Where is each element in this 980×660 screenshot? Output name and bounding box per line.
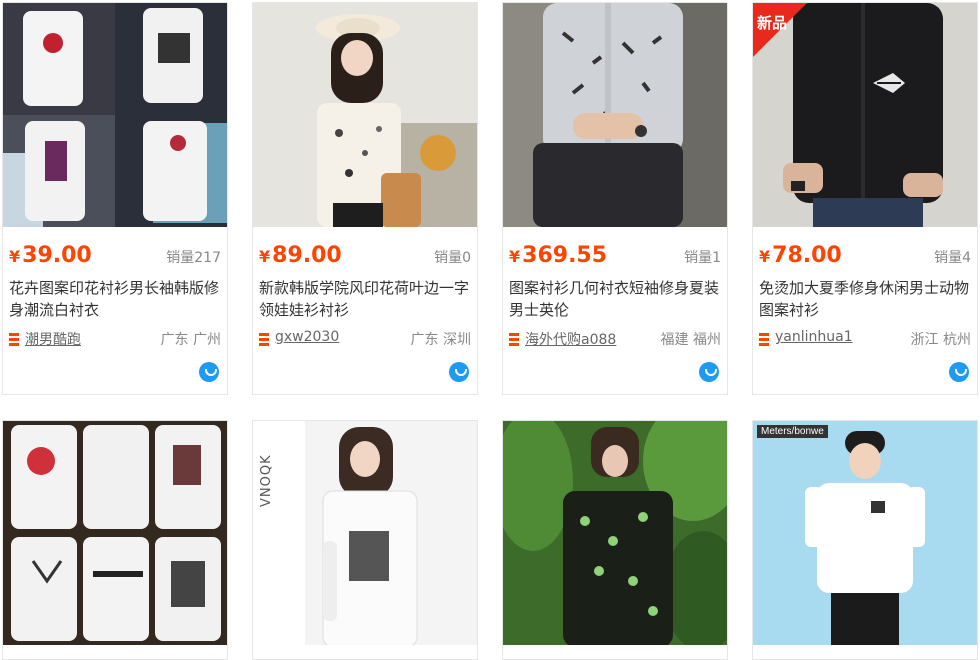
brand-tag: Meters/bonwe (757, 425, 828, 438)
product-card[interactable]: VNOQK (252, 420, 478, 660)
sales-count: 销量0 (434, 250, 471, 266)
shop-row: gxw2030 广东 深圳 (259, 329, 471, 351)
product-image[interactable]: 新品 (753, 3, 977, 227)
new-badge: 新品 (753, 3, 807, 57)
sales-count: 销量1 (684, 250, 721, 266)
product-image[interactable] (503, 3, 727, 227)
product-card[interactable]: ¥369.55 销量1 图案衬衫几何衬衣短袖修身夏装男士英伦 海外代购a088 … (502, 2, 728, 395)
shop-row: 潮男酷跑 广东 广州 (9, 329, 221, 351)
product-title[interactable]: 图案衬衫几何衬衣短袖修身夏装男士英伦 (509, 277, 721, 321)
shop-icon (9, 333, 19, 346)
sales-count: 销量217 (166, 250, 221, 266)
price-row: ¥89.00 销量0 (259, 241, 471, 271)
location: 广东 深圳 (410, 332, 471, 348)
product-card[interactable] (2, 420, 228, 660)
product-title[interactable]: 免烫加大夏季修身休闲男士动物图案衬衫 (759, 277, 971, 321)
product-card[interactable]: ¥39.00 销量217 花卉图案印花衬衫男长袖韩版修身潮流白衬衣 潮男酷跑 广… (2, 2, 228, 395)
product-image[interactable] (503, 421, 727, 645)
shop-name-link[interactable]: gxw2030 (275, 329, 339, 345)
product-image[interactable] (3, 421, 227, 645)
product-card[interactable]: Meters/bonwe (752, 420, 978, 660)
product-grid: ¥39.00 销量217 花卉图案印花衬衫男长袖韩版修身潮流白衬衣 潮男酷跑 广… (0, 0, 980, 660)
wangwang-chat-icon[interactable] (199, 362, 219, 382)
shop-name-link[interactable]: yanlinhua1 (775, 329, 853, 345)
wangwang-chat-icon[interactable] (949, 362, 969, 382)
product-card[interactable]: ¥89.00 销量0 新款韩版学院风印花荷叶边一字领娃娃衫衬衫 gxw2030 … (252, 2, 478, 395)
brand-vertical-text: VNOQK (259, 454, 274, 507)
location: 浙江 杭州 (910, 332, 971, 348)
location: 广东 广州 (160, 332, 221, 348)
product-card[interactable]: 新品 ¥78.00 销量4 免烫加大夏季修身休闲男士动物图案衬衫 yanlinh… (752, 2, 978, 395)
price: ¥369.55 (509, 243, 608, 268)
location: 福建 福州 (660, 332, 721, 348)
shop-row: yanlinhua1 浙江 杭州 (759, 329, 971, 351)
product-image[interactable] (253, 3, 477, 227)
sales-count: 销量4 (934, 250, 971, 266)
price: ¥78.00 (759, 243, 842, 268)
shop-icon (509, 333, 519, 346)
price: ¥39.00 (9, 243, 92, 268)
shop-name-link[interactable]: 潮男酷跑 (25, 329, 81, 349)
shop-name-link[interactable]: 海外代购a088 (525, 329, 616, 349)
product-title[interactable]: 新款韩版学院风印花荷叶边一字领娃娃衫衬衫 (259, 277, 471, 321)
product-image[interactable]: VNOQK (253, 421, 477, 645)
product-title[interactable]: 花卉图案印花衬衫男长袖韩版修身潮流白衬衣 (9, 277, 221, 321)
price-row: ¥369.55 销量1 (509, 241, 721, 271)
wangwang-chat-icon[interactable] (449, 362, 469, 382)
wangwang-chat-icon[interactable] (699, 362, 719, 382)
product-image[interactable]: Meters/bonwe (753, 421, 977, 645)
shop-icon (259, 333, 269, 346)
shop-icon (759, 333, 769, 346)
price-row: ¥78.00 销量4 (759, 241, 971, 271)
price-row: ¥39.00 销量217 (9, 241, 221, 271)
product-card[interactable] (502, 420, 728, 660)
price: ¥89.00 (259, 243, 342, 268)
product-image[interactable] (3, 3, 227, 227)
shop-row: 海外代购a088 福建 福州 (509, 329, 721, 351)
